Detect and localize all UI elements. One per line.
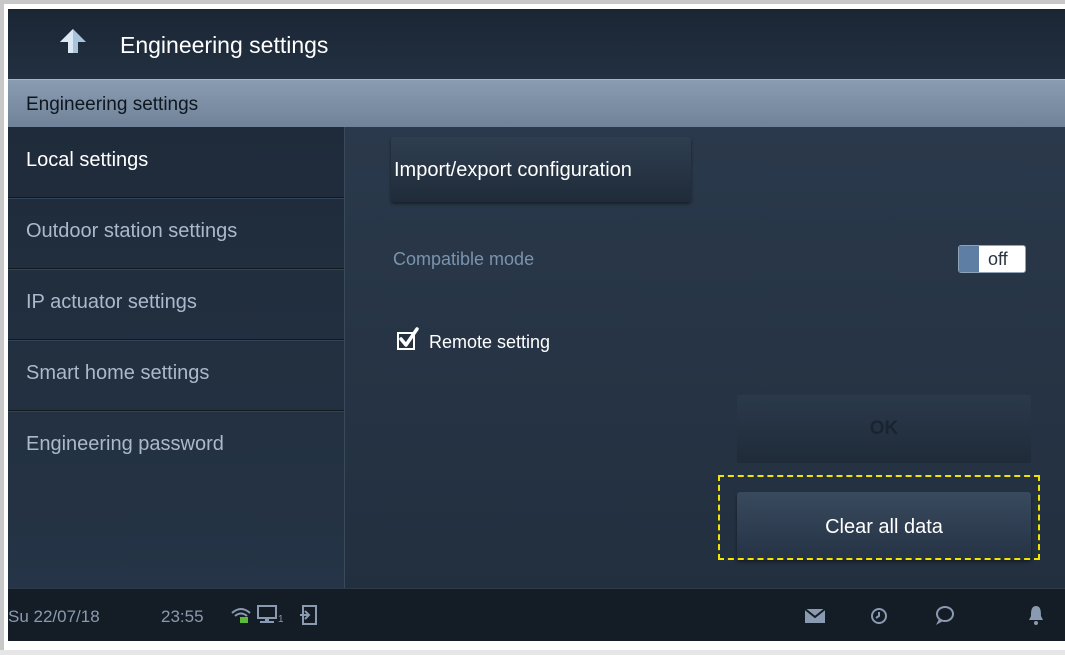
sidebar-item-smart-home-settings[interactable]: Smart home settings (8, 340, 344, 411)
main-content: Import/export configuration Compatible m… (345, 127, 1065, 588)
remote-setting-label: Remote setting (429, 332, 551, 352)
sidebar-item-engineering-password[interactable]: Engineering password (8, 411, 344, 481)
network-index: 1 (278, 614, 284, 625)
toggle-state-label: off (988, 249, 1008, 269)
panel-screen: Engineering settings Engineering setting… (8, 9, 1065, 641)
sidebar-item-label: Engineering password (26, 433, 224, 455)
checkmark-icon (399, 327, 419, 347)
status-date: Su 22/07/18 (8, 607, 100, 626)
title-bar: Engineering settings (8, 9, 1065, 79)
window-frame-top (0, 0, 1065, 4)
status-time: 23:55 (161, 607, 204, 626)
back-arrow-icon[interactable] (56, 26, 90, 56)
clear-all-data-button[interactable]: Clear all data (737, 492, 1031, 560)
sidebar-item-ip-actuator-settings[interactable]: IP actuator settings (8, 269, 344, 340)
section-title: Engineering settings (26, 94, 199, 115)
sidebar: Local settings Outdoor station settings … (8, 127, 345, 588)
bell-icon[interactable] (1027, 604, 1045, 626)
sidebar-item-label: Smart home settings (26, 362, 210, 384)
window-frame-bottom (0, 650, 1065, 655)
compatible-mode-toggle[interactable]: off (958, 245, 1026, 273)
import-export-label: Import/export configuration (394, 159, 632, 181)
page-title: Engineering settings (120, 32, 329, 58)
sidebar-item-label: IP actuator settings (26, 291, 197, 313)
status-bar: Su 22/07/18 23:55 1 (8, 588, 1065, 641)
chat-icon[interactable] (933, 605, 955, 627)
ok-button[interactable]: OK (737, 395, 1031, 463)
compatible-mode-label: Compatible mode (393, 249, 535, 269)
section-header: Engineering settings (8, 79, 1065, 128)
mail-icon[interactable] (804, 608, 826, 624)
window-frame-left (0, 0, 4, 655)
wifi-icon (231, 608, 251, 623)
sidebar-item-label: Outdoor station settings (26, 220, 238, 242)
toggle-knob (959, 246, 979, 272)
clear-all-data-label: Clear all data (825, 516, 943, 538)
history-icon[interactable] (869, 606, 889, 626)
sidebar-item-label: Local settings (26, 149, 149, 171)
ok-button-label: OK (869, 418, 899, 439)
import-export-button[interactable]: Import/export configuration (391, 137, 691, 202)
exit-icon[interactable] (299, 604, 319, 626)
remote-setting-checkbox[interactable] (397, 327, 419, 350)
sidebar-item-outdoor-station-settings[interactable]: Outdoor station settings (8, 198, 344, 269)
sidebar-item-local-settings[interactable]: Local settings (8, 127, 344, 198)
network-icon (257, 605, 277, 623)
